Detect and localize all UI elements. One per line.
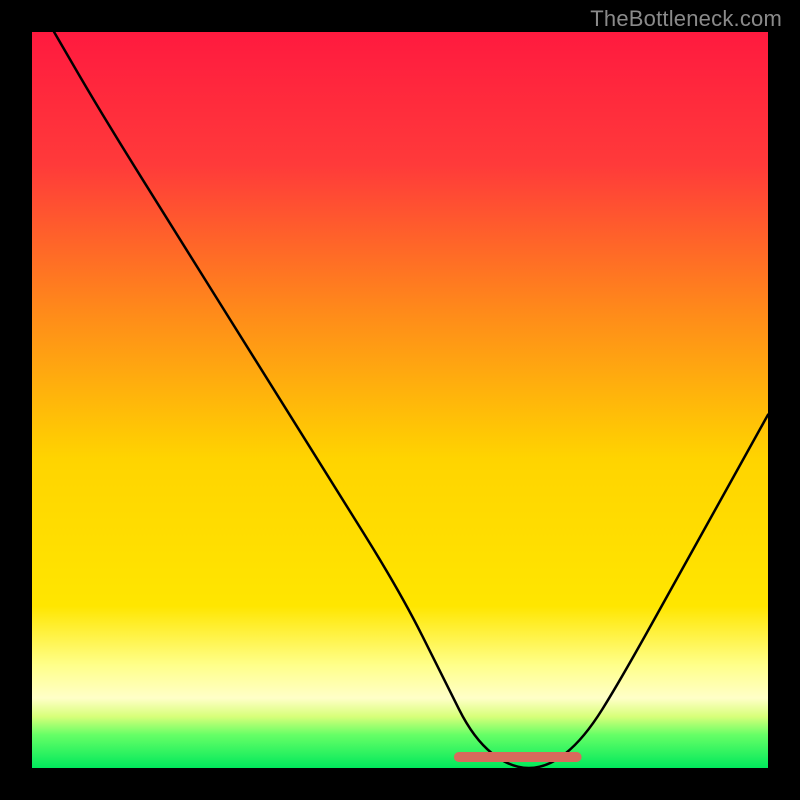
chart-frame: TheBottleneck.com (0, 0, 800, 800)
plot-area (32, 32, 768, 768)
bottleneck-curve (54, 32, 768, 768)
bottleneck-curve-svg (32, 32, 768, 768)
watermark-text: TheBottleneck.com (590, 6, 782, 32)
